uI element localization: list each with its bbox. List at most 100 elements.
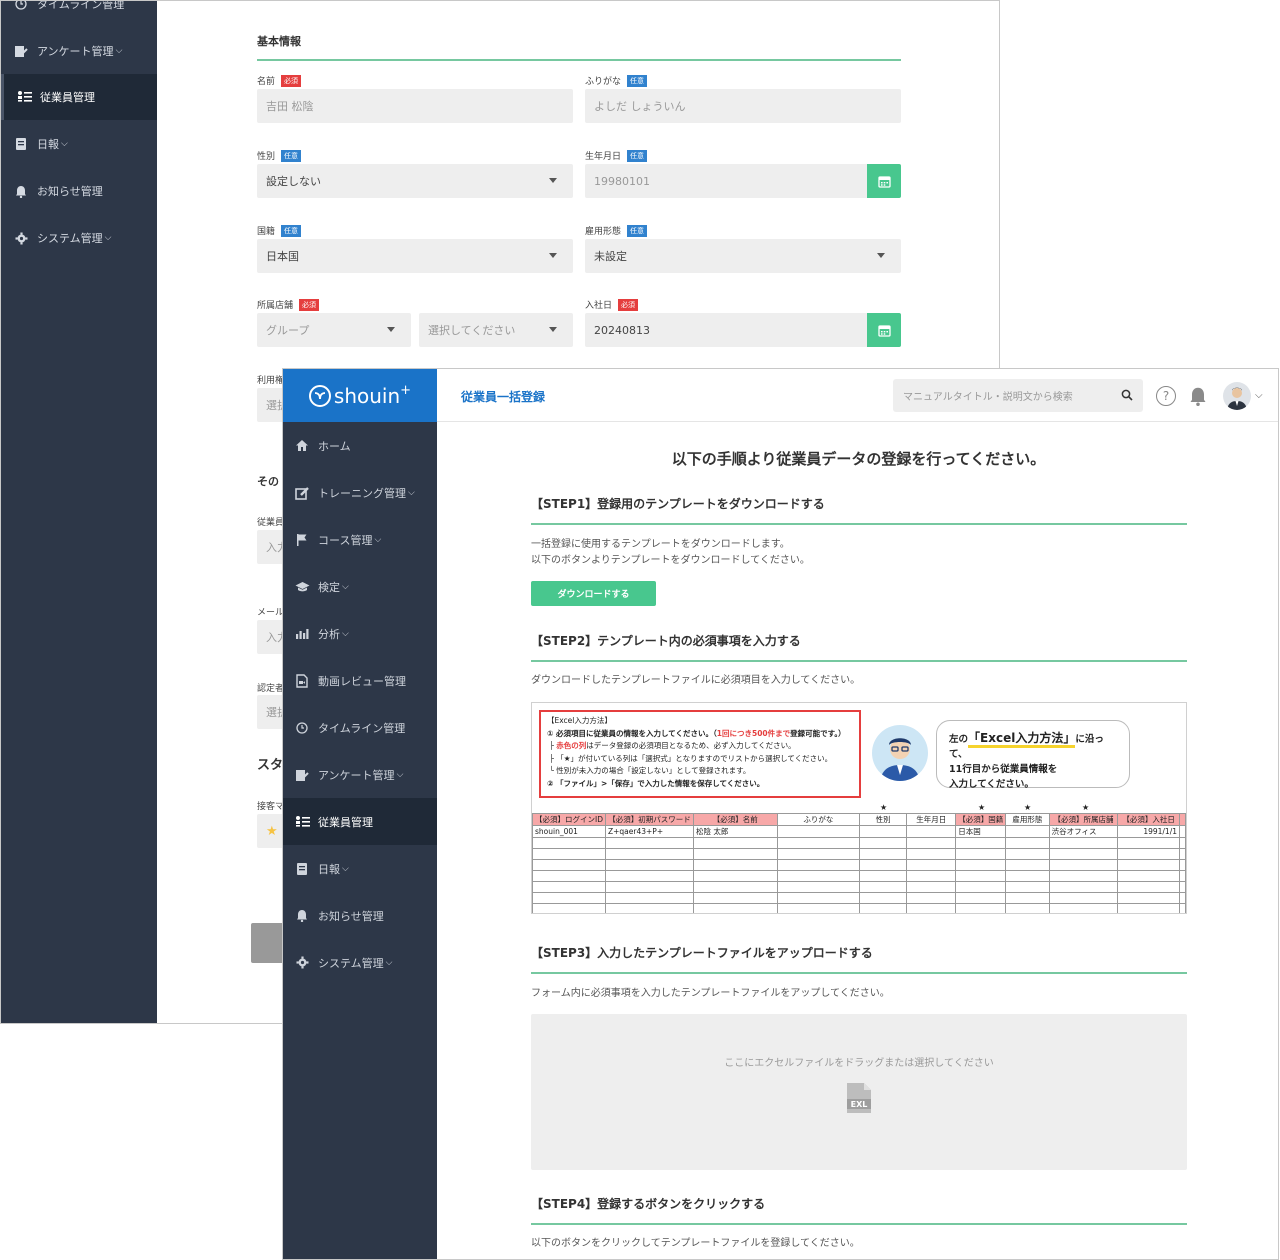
star-marker: ★ xyxy=(1024,803,1032,812)
join-date-field[interactable]: 20240813 xyxy=(585,313,901,347)
required-badge: 必須 xyxy=(299,298,320,311)
store-label: 所属店舗 必須 xyxy=(257,298,320,311)
back-sidebar-item-survey[interactable]: アンケート管理 ⌵ xyxy=(1,28,157,74)
chevron-down-icon: ⌵ xyxy=(61,139,68,149)
clock-icon xyxy=(13,1,29,12)
star-marker: ★ xyxy=(978,803,986,812)
name-field[interactable]: 吉田 松陰 xyxy=(257,89,573,123)
sidebar-item-timeline[interactable]: タイムライン管理 xyxy=(283,704,437,751)
step3-text1: フォーム内に必須事項を入力したテンプレートファイルをアップしてください。 xyxy=(531,988,890,999)
step3-title: 【STEP3】入力したテンプレートファイルをアップロードする xyxy=(531,946,873,960)
chevron-down-icon: ⌵ xyxy=(104,233,112,243)
report-icon xyxy=(13,136,29,152)
main-heading: 以下の手順より従業員データの登録を行ってください。 xyxy=(671,450,1046,468)
back-sidebar-item-system[interactable]: システム管理 ⌵ xyxy=(1,215,157,261)
download-template-button[interactable]: ダウンロードする xyxy=(531,581,656,606)
sidebar-item-survey[interactable]: アンケート管理 ⌵ xyxy=(283,751,437,798)
chevron-down-icon: ⌵ xyxy=(342,581,349,592)
employment-label: 雇用形態 任意 xyxy=(585,224,648,237)
sidebar-item-system[interactable]: システム管理 ⌵ xyxy=(283,939,437,986)
gender-label: 性別 任意 xyxy=(257,149,302,162)
dropzone-text: ここにエクセルファイルをドラッグまたは選択してください xyxy=(724,1058,994,1069)
cert-label: 認定者 xyxy=(257,684,285,694)
sidebar-item-analysis[interactable]: 分析 ⌵ xyxy=(283,610,437,657)
gender-select[interactable]: 設定しない xyxy=(257,164,573,198)
step2-title: 【STEP2】テンプレート内の必須事項を入力する xyxy=(531,634,801,648)
chevron-down-icon: ⌵ xyxy=(342,863,349,874)
sidebar-item-home[interactable]: ホーム xyxy=(283,422,437,469)
step4-divider xyxy=(531,1223,1187,1225)
dropdown-arrow-icon xyxy=(549,253,557,258)
join-date-label: 入社日 必須 xyxy=(585,298,639,311)
search-icon[interactable] xyxy=(1121,389,1133,404)
employee-list-icon xyxy=(16,89,32,105)
calendar-icon[interactable] xyxy=(867,164,901,198)
optional-badge: 任意 xyxy=(627,74,648,87)
employee-list-icon xyxy=(294,814,310,830)
bell-icon xyxy=(294,908,310,924)
sidebar-item-course[interactable]: コース管理 ⌵ xyxy=(283,516,437,563)
section-title-other: その xyxy=(257,475,279,488)
optional-badge: 任意 xyxy=(627,224,648,237)
step3-divider xyxy=(531,972,1187,974)
graduation-cap-icon xyxy=(294,579,310,595)
star-marker: ★ xyxy=(1082,803,1090,812)
birthday-field[interactable]: 19980101 xyxy=(585,164,901,198)
sidebar-item-video-review[interactable]: 動画レビュー管理 xyxy=(283,657,437,704)
chevron-down-icon: ⌵ xyxy=(408,487,415,498)
back-sidebar-item-timeline[interactable]: タイムライン管理 xyxy=(1,1,157,27)
report-icon xyxy=(294,861,310,877)
step1-text2: 以下のボタンよりテンプレートをダウンロードしてください。 xyxy=(531,555,810,566)
nationality-select[interactable]: 日本国 xyxy=(257,239,573,273)
hospitality-label: 接客マ xyxy=(257,802,285,812)
back-sidebar-item-report[interactable]: 日報 ⌵ xyxy=(1,121,157,167)
kana-field[interactable]: よしだ しょういん xyxy=(585,89,901,123)
dropdown-arrow-icon xyxy=(549,178,557,183)
optional-badge: 任意 xyxy=(627,149,648,162)
step2-divider xyxy=(531,660,1187,662)
search-input[interactable]: マニュアルタイトル・説明文から検索 xyxy=(893,379,1143,412)
store-select[interactable]: 選択してください xyxy=(419,313,573,347)
gear-icon xyxy=(294,955,310,971)
top-bar: 従業員一括登録 マニュアルタイトル・説明文から検索 ? ⌵ xyxy=(437,369,1278,422)
excel-template-table: 【必須】ログインID 【必須】初期パスワード 【必須】名前 ふりがな 性別 生年… xyxy=(532,813,1186,913)
notification-bell-icon[interactable] xyxy=(1189,386,1207,410)
chevron-down-icon[interactable]: ⌵ xyxy=(1255,390,1263,401)
back-sidebar-item-employee[interactable]: 従業員管理 xyxy=(1,74,157,120)
chevron-down-icon: ⌵ xyxy=(374,534,382,545)
calendar-icon[interactable] xyxy=(867,313,901,347)
sidebar-item-notice[interactable]: お知らせ管理 xyxy=(283,892,437,939)
flag-icon xyxy=(294,532,310,548)
help-icon[interactable]: ? xyxy=(1156,386,1176,406)
star-icon: ★ xyxy=(266,823,278,839)
guide-character-illustration xyxy=(872,725,928,781)
dropdown-arrow-icon xyxy=(549,327,557,332)
mail-label: メール xyxy=(257,608,285,618)
video-file-icon xyxy=(294,673,310,689)
section-title-staff: スタ xyxy=(257,758,284,773)
excel-file-icon: EXL xyxy=(845,1082,873,1118)
edit-icon xyxy=(294,485,310,501)
employment-select[interactable]: 未設定 xyxy=(585,239,901,273)
chevron-down-icon: ⌵ xyxy=(115,46,123,56)
sidebar-item-report[interactable]: 日報 ⌵ xyxy=(283,845,437,892)
file-dropzone[interactable]: ここにエクセルファイルをドラッグまたは選択してください EXL xyxy=(531,1014,1187,1170)
main-sidebar: ホーム トレーニング管理 ⌵ コース管理 ⌵ 検定 ⌵ 分析 ⌵ 動画レビュー管理 タイ… xyxy=(283,422,437,1259)
usage-label: 利用権 xyxy=(257,376,285,386)
required-badge: 必須 xyxy=(281,74,302,87)
sidebar-item-exam[interactable]: 検定 ⌵ xyxy=(283,563,437,610)
main-content: 以下の手順より従業員データの登録を行ってください。 【STEP1】登録用のテンプ… xyxy=(437,422,1278,1259)
step2-text1: ダウンロードしたテンプレートファイルに必須項目を入力してください。 xyxy=(531,675,861,686)
section-divider xyxy=(257,59,901,61)
sidebar-item-training[interactable]: トレーニング管理 ⌵ xyxy=(283,469,437,516)
chevron-down-icon: ⌵ xyxy=(396,769,404,780)
store-group-select[interactable]: グループ xyxy=(257,313,411,347)
back-sidebar-item-notice[interactable]: お知らせ管理 xyxy=(1,168,157,214)
sidebar-item-employee[interactable]: 従業員管理 xyxy=(283,798,437,845)
brand-logo[interactable]: shouin + xyxy=(283,369,437,422)
clock-icon xyxy=(294,720,310,736)
avatar[interactable] xyxy=(1223,382,1251,410)
svg-text:EXL: EXL xyxy=(851,1100,868,1109)
survey-icon xyxy=(13,43,29,59)
bar-chart-icon xyxy=(294,626,310,642)
